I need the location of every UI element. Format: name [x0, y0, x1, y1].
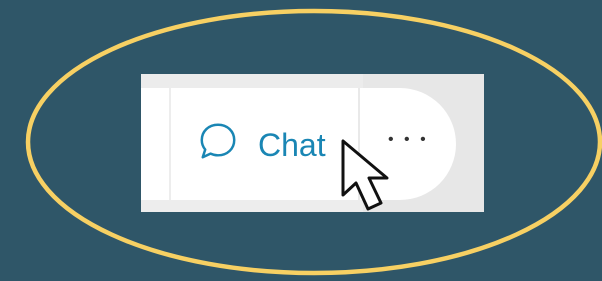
previous-tab[interactable] [141, 88, 171, 200]
more-options-icon: • • • [388, 131, 429, 148]
chat-button-label: Chat [258, 127, 326, 163]
screenshot-stage: Chat • • • [0, 0, 602, 281]
toolbar-bottom-strip [141, 200, 363, 212]
chat-bubble-icon [200, 123, 236, 159]
